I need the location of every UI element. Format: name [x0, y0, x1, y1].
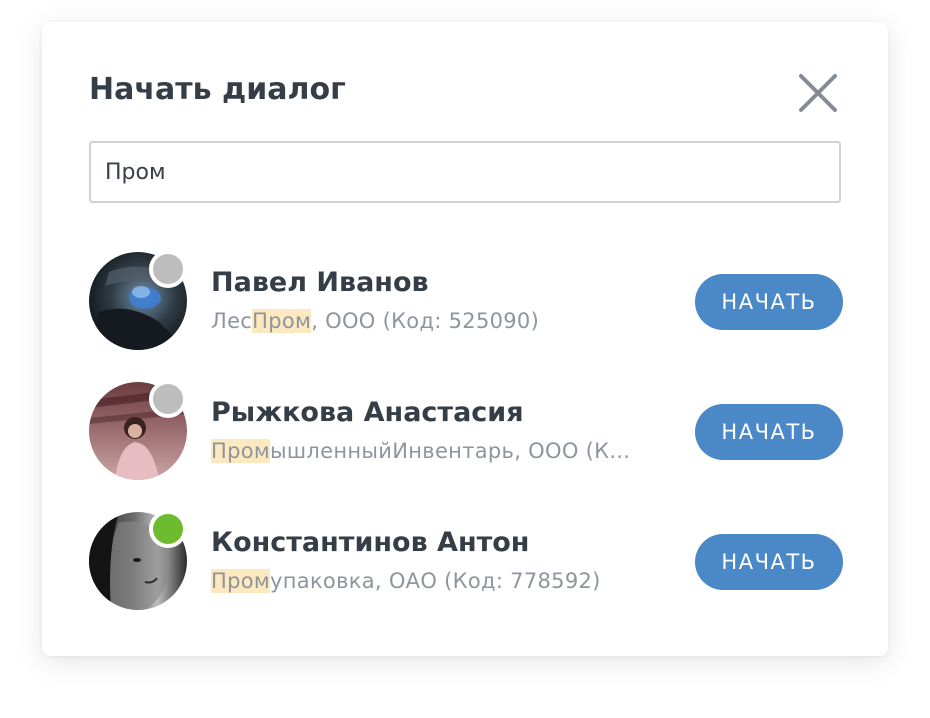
org-text: , ООО (Код: 525090)	[311, 309, 540, 333]
contact-row: Павел Иванов ЛесПром, ООО (Код: 525090) …	[89, 250, 843, 352]
status-indicator	[149, 510, 187, 548]
search-field	[89, 141, 841, 203]
status-indicator	[149, 380, 187, 418]
status-indicator	[149, 250, 187, 288]
contact-name: Константинов Антон	[211, 527, 530, 558]
contact-name: Рыжкова Анастасия	[211, 397, 524, 428]
contact-organization: ПромышленныйИнвентарь, ООО (К...	[211, 436, 630, 466]
start-chat-button[interactable]: НАЧАТЬ	[695, 534, 843, 590]
start-chat-button[interactable]: НАЧАТЬ	[695, 274, 843, 330]
org-text: упаковка, ОАО (Код: 778592)	[270, 569, 601, 593]
start-dialog-modal: Начать диалог Пром Павел Иванов ЛесПром,…	[42, 22, 888, 656]
org-text: Лес	[211, 309, 253, 333]
contact-name: Павел Иванов	[211, 267, 429, 298]
search-match-highlight: Пром	[252, 309, 312, 333]
contact-organization: ЛесПром, ООО (Код: 525090)	[211, 306, 539, 336]
search-input[interactable]	[91, 143, 839, 201]
contact-row: Константинов Антон Промупаковка, ОАО (Ко…	[89, 510, 843, 612]
contact-organization: Промупаковка, ОАО (Код: 778592)	[211, 566, 601, 596]
dialog-title: Начать диалог	[89, 72, 346, 107]
contact-row: Рыжкова Анастасия ПромышленныйИнвентарь,…	[89, 380, 843, 482]
start-chat-button[interactable]: НАЧАТЬ	[695, 404, 843, 460]
search-match-highlight: Пром	[211, 569, 271, 593]
org-text: ышленныйИнвентарь, ООО (К...	[270, 439, 631, 463]
search-match-highlight: Пром	[211, 439, 271, 463]
close-icon[interactable]	[797, 72, 839, 114]
